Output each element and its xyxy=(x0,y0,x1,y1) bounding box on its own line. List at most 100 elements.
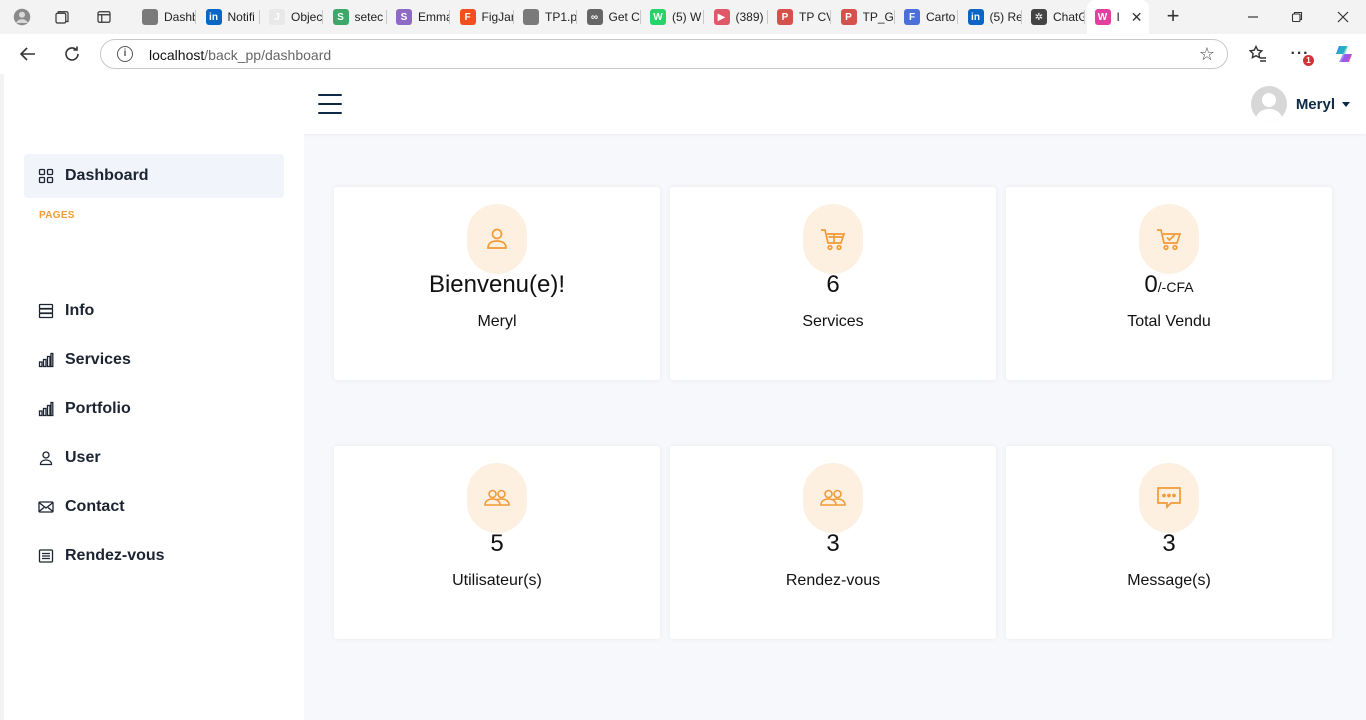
browser-tab[interactable]: W (5) W xyxy=(642,4,704,30)
site-info-icon[interactable]: i xyxy=(117,46,133,62)
avatar[interactable] xyxy=(1250,86,1287,122)
app-header: Meryl xyxy=(4,74,1366,134)
browser-tab[interactable]: F Carto xyxy=(896,4,958,30)
envelope-icon xyxy=(38,499,54,515)
users-icon xyxy=(467,463,527,533)
browser-tab[interactable]: J Objec xyxy=(261,4,323,30)
reload-icon[interactable] xyxy=(58,40,86,68)
browser-tab[interactable]: in Notifi xyxy=(198,4,260,30)
card-users: 5 Utilisateur(s) xyxy=(334,446,660,639)
tab-title: (5) W xyxy=(672,10,702,24)
tab-title: Emma xyxy=(418,10,450,24)
close-window-icon[interactable] xyxy=(1320,0,1366,34)
browser-tab-active[interactable]: W I ✕ xyxy=(1086,0,1149,34)
user-icon xyxy=(38,450,54,466)
restore-icon[interactable] xyxy=(1274,0,1320,34)
sidebar-item-label: User xyxy=(65,449,101,466)
workspaces-icon[interactable] xyxy=(50,5,74,29)
section-title-pages: PAGES xyxy=(39,210,75,221)
tab-title: (389) xyxy=(735,10,764,24)
copilot-icon[interactable] xyxy=(1330,40,1358,68)
menu-toggle-icon[interactable] xyxy=(318,94,342,114)
sidebar-item-dashboard[interactable]: Dashboard xyxy=(24,154,284,198)
sidebar-item-label: Rendez-vous xyxy=(65,547,165,564)
card-caption: Utilisateur(s) xyxy=(452,572,542,589)
tab-title: Dashb xyxy=(164,10,196,24)
notification-badge: 1 xyxy=(1303,55,1314,66)
card-caption: Rendez-vous xyxy=(785,572,881,589)
sidebar-item-info[interactable]: Info xyxy=(24,291,284,331)
document-list-icon xyxy=(38,548,54,564)
sidebar-item-services[interactable]: Services xyxy=(24,340,284,380)
sidebar-item-label: Services xyxy=(65,351,131,368)
grid-icon xyxy=(38,168,54,184)
sidebar-item-contact[interactable]: Contact xyxy=(24,487,284,527)
sidebar: Dashboard PAGES Info Services Portfolio xyxy=(4,134,304,720)
bar-chart-icon xyxy=(38,352,54,368)
url-host: localhost xyxy=(149,47,205,63)
favorites-icon[interactable] xyxy=(1244,40,1272,68)
tab-title: TP1.p xyxy=(545,10,577,24)
card-services: 6 Services xyxy=(670,187,996,380)
tab-title: (5) Re xyxy=(989,10,1022,24)
vertical-tabs-icon[interactable] xyxy=(92,5,116,29)
dashboard-content: Bienvenu(e)! Meryl 6 Services 0/-CFA Tot… xyxy=(304,134,1366,720)
card-caption: Total Vendu xyxy=(1127,313,1211,330)
tab-title: Carto xyxy=(926,10,956,24)
browser-tab[interactable]: ▶ (389) xyxy=(706,4,768,30)
sidebar-item-label: Dashboard xyxy=(65,167,149,184)
browser-tab[interactable]: ∞ Get C xyxy=(579,4,641,30)
browser-tab[interactable]: P TP CV xyxy=(769,4,831,30)
chevron-down-icon[interactable] xyxy=(1342,101,1350,107)
sidebar-item-user[interactable]: User xyxy=(24,438,284,478)
tab-favicon-icon: ▶ xyxy=(713,9,730,25)
tab-favicon-icon xyxy=(523,9,539,25)
address-bar[interactable]: i localhost/back_pp/dashboard ☆ xyxy=(100,39,1228,69)
browser-tab[interactable]: Ssetec xyxy=(325,4,387,30)
card-welcome: Bienvenu(e)! Meryl xyxy=(334,187,660,380)
back-icon[interactable] xyxy=(14,40,42,68)
bar-chart-icon xyxy=(38,401,54,417)
browser-tab[interactable]: in (5) Re xyxy=(960,4,1022,30)
tab-favicon-icon xyxy=(142,9,158,25)
card-total-sold: 0/-CFA Total Vendu xyxy=(1006,187,1332,380)
cart-check-icon xyxy=(1139,204,1199,274)
tab-favicon-icon: in xyxy=(967,9,984,25)
tab-favicon-icon: F xyxy=(904,9,920,25)
tab-favicon-icon: ✲ xyxy=(1031,9,1047,25)
tab-favicon-icon: ∞ xyxy=(586,9,603,25)
user-name[interactable]: Meryl xyxy=(1296,96,1335,113)
new-tab-button[interactable]: + xyxy=(1160,4,1186,30)
tab-favicon-icon: P xyxy=(840,9,857,25)
tab-favicon-icon: P xyxy=(777,9,793,25)
browser-tab[interactable]: S Emma xyxy=(388,4,450,30)
tab-title: Notifi xyxy=(227,10,255,24)
browser-tab[interactable]: ✲ ChatG xyxy=(1023,4,1085,30)
url-text[interactable]: localhost/back_pp/dashboard xyxy=(149,47,331,63)
browser-tab[interactable]: F FigJar xyxy=(452,4,514,30)
browser-tab[interactable]: P TP_G xyxy=(833,4,895,30)
more-options-icon[interactable]: ··· 1 xyxy=(1286,40,1314,68)
favorite-star-icon[interactable]: ☆ xyxy=(1199,44,1215,65)
tab-favicon-icon: W xyxy=(1094,9,1111,25)
tab-title: ChatG xyxy=(1053,10,1085,24)
user-menu[interactable]: Meryl xyxy=(1250,86,1350,122)
card-caption: Message(s) xyxy=(1127,572,1211,589)
browser-tab[interactable]: TP1.p xyxy=(515,4,577,30)
card-value: Bienvenu(e)! xyxy=(428,271,566,298)
sidebar-item-rendez-vous[interactable]: Rendez-vous xyxy=(24,536,284,576)
tab-title: Objec xyxy=(291,10,323,24)
browser-toolbar: i localhost/back_pp/dashboard ☆ ··· 1 xyxy=(0,34,1366,74)
profile-icon[interactable] xyxy=(10,5,34,29)
minimize-icon[interactable] xyxy=(1230,0,1276,34)
tab-title: Get C xyxy=(608,10,640,24)
card-appointments: 3 Rendez-vous xyxy=(670,446,996,639)
browser-tab[interactable]: Dashb xyxy=(134,4,196,30)
web-page: Meryl Dashboard PAGES Info Services Port… xyxy=(4,74,1366,720)
tab-favicon-icon: in xyxy=(205,9,222,25)
close-tab-icon[interactable]: ✕ xyxy=(1131,9,1143,26)
message-icon xyxy=(1139,463,1199,533)
cart-icon xyxy=(803,204,863,274)
sidebar-item-portfolio[interactable]: Portfolio xyxy=(24,389,284,429)
card-value: 6 xyxy=(826,271,840,298)
